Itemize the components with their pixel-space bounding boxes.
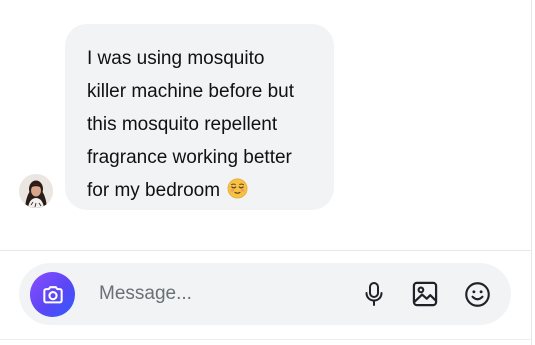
panel-right-border — [531, 0, 532, 345]
microphone-icon — [365, 282, 383, 306]
message-bubble[interactable]: I was using mosquito killer machine befo… — [65, 24, 334, 210]
message-input[interactable] — [99, 279, 339, 309]
message-line: I was using mosquito — [87, 48, 265, 69]
message-line: fragrance working better — [87, 147, 292, 168]
message-line-last: for my bedroom — [87, 174, 320, 207]
message-line: this mosquito repellent — [87, 114, 278, 135]
composer-divider — [0, 250, 531, 251]
chat-panel: I was using mosquito killer machine befo… — [0, 0, 535, 345]
smiley-icon — [464, 281, 490, 307]
panel-bottom-border — [0, 339, 531, 340]
attach-image-button[interactable] — [410, 279, 440, 309]
camera-button[interactable] — [30, 272, 75, 317]
avatar[interactable] — [19, 174, 53, 208]
avatar-photo — [19, 174, 53, 208]
message-line-text: for my bedroom — [87, 180, 221, 201]
image-icon — [412, 281, 438, 307]
emoji-button[interactable] — [462, 279, 492, 309]
camera-icon — [42, 285, 63, 303]
message-thread: I was using mosquito killer machine befo… — [0, 0, 531, 250]
relieved-face-emoji — [227, 178, 248, 199]
message-composer — [19, 263, 511, 325]
voice-message-button[interactable] — [359, 279, 389, 309]
message-line: killer machine before but — [87, 81, 294, 102]
